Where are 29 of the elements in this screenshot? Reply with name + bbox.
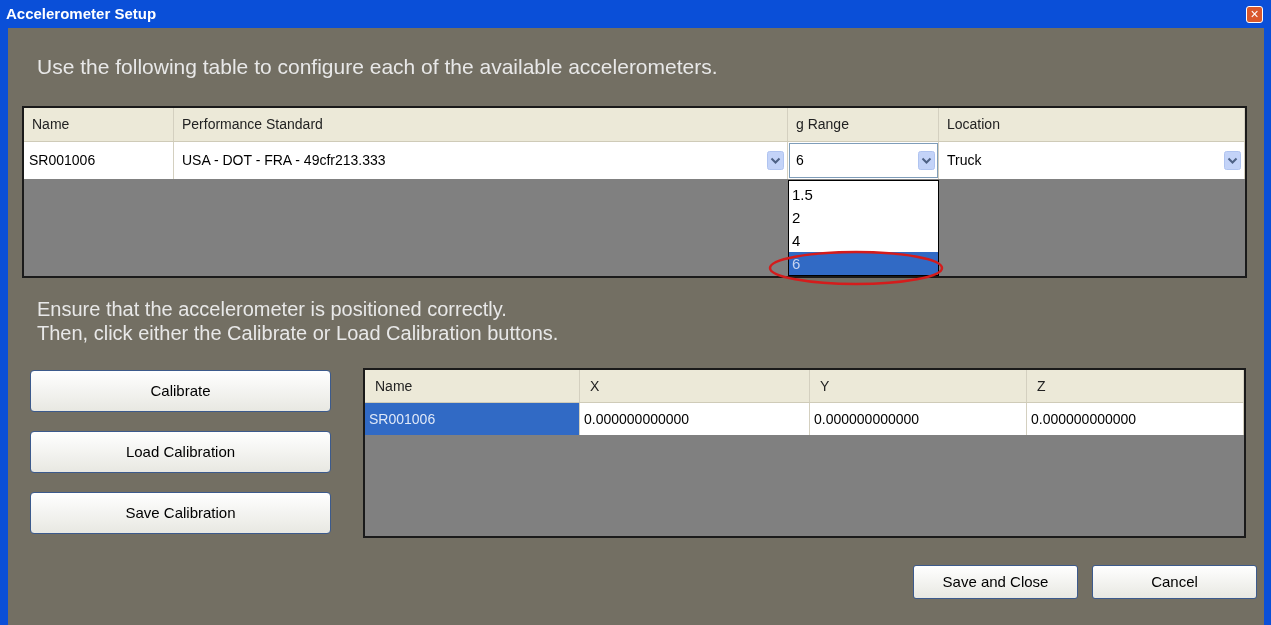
- dropdown-value: 6: [796, 151, 804, 170]
- dropdown-option[interactable]: 4: [789, 229, 938, 252]
- table-cell[interactable]: SR001006: [365, 403, 580, 435]
- action-button[interactable]: Save Calibration: [30, 492, 331, 534]
- column-header[interactable]: Z: [1027, 370, 1244, 402]
- dropdown-option[interactable]: 1.5: [789, 183, 938, 206]
- column-header[interactable]: g Range: [788, 108, 939, 141]
- column-header[interactable]: Location: [939, 108, 1245, 141]
- column-header[interactable]: Y: [810, 370, 1027, 402]
- column-header[interactable]: Name: [24, 108, 174, 141]
- dropdown-field[interactable]: 6: [788, 142, 939, 179]
- dropdown-field[interactable]: USA - DOT - FRA - 49cfr213.333: [174, 142, 788, 179]
- window-title: Accelerometer Setup: [6, 3, 157, 24]
- table-cell: SR001006: [24, 142, 174, 179]
- column-header[interactable]: X: [580, 370, 810, 402]
- action-button[interactable]: Load Calibration: [30, 431, 331, 473]
- dropdown-field[interactable]: Truck: [939, 142, 1245, 179]
- dropdown-value: USA - DOT - FRA - 49cfr213.333: [182, 151, 386, 170]
- dropdown-option[interactable]: 2: [789, 206, 938, 229]
- dialog-button[interactable]: Save and Close: [913, 565, 1078, 599]
- instruction-text: Ensure that the accelerometer is positioned correctly.: [37, 297, 508, 321]
- dropdown-value: Truck: [947, 151, 982, 170]
- column-header[interactable]: Performance Standard: [174, 108, 788, 141]
- dialog-button[interactable]: Cancel: [1092, 565, 1257, 599]
- close-button[interactable]: ×: [1246, 5, 1263, 23]
- instruction-text: Use the following table to configure each of the available accelerometers.: [37, 54, 719, 80]
- instruction-text: Then, click either the Calibrate or Load Calibration buttons.: [37, 321, 560, 345]
- column-header[interactable]: Name: [365, 370, 580, 402]
- action-button[interactable]: Calibrate: [30, 370, 331, 412]
